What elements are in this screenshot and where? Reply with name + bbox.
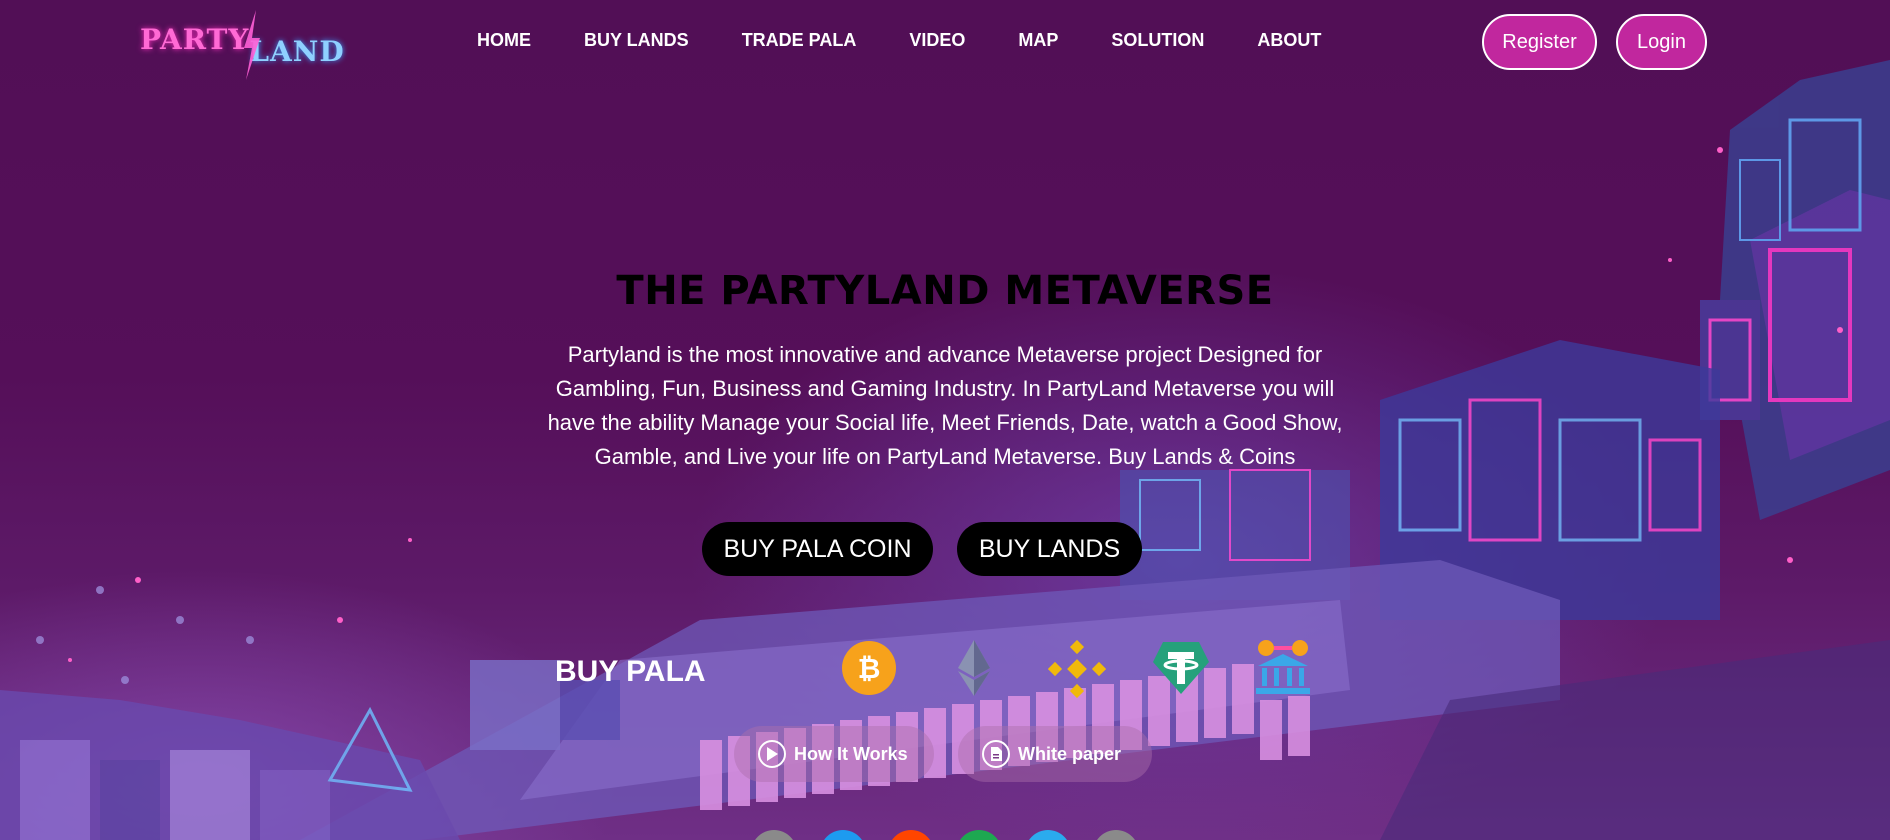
how-it-works-button[interactable]: How It Works bbox=[734, 726, 934, 782]
svg-text:₿: ₿ bbox=[858, 652, 881, 685]
nav-buy-lands[interactable]: BUY LANDS bbox=[584, 30, 689, 51]
ethereum-icon[interactable] bbox=[946, 638, 1002, 698]
buy-lands-button[interactable]: BUY LANDS bbox=[957, 522, 1142, 576]
hero-description: Partyland is the most innovative and adv… bbox=[547, 342, 1343, 469]
white-paper-button[interactable]: White paper bbox=[958, 726, 1152, 782]
document-icon bbox=[982, 740, 1010, 768]
nav-about[interactable]: ABOUT bbox=[1257, 30, 1321, 51]
nav-map[interactable]: MAP bbox=[1018, 30, 1058, 51]
register-button[interactable]: Register bbox=[1482, 14, 1597, 70]
binance-icon[interactable] bbox=[1048, 640, 1106, 698]
nav-trade-pala[interactable]: TRADE PALA bbox=[742, 30, 857, 51]
buy-pala-coin-button[interactable]: BUY PALA COIN bbox=[702, 522, 933, 576]
lightning-icon bbox=[244, 10, 260, 80]
buy-pala-label: BUY PALA bbox=[555, 655, 706, 688]
bank-transfer-icon[interactable] bbox=[1252, 638, 1314, 698]
main-nav: HOME BUY LANDS TRADE PALA VIDEO MAP SOLU… bbox=[477, 30, 1321, 51]
logo-word-land: LAND bbox=[249, 34, 345, 68]
login-button[interactable]: Login bbox=[1616, 14, 1707, 70]
nav-solution[interactable]: SOLUTION bbox=[1111, 30, 1204, 51]
tether-icon[interactable] bbox=[1151, 640, 1211, 696]
nav-home[interactable]: HOME bbox=[477, 30, 531, 51]
play-icon bbox=[758, 740, 786, 768]
logo-word-party: PARTY bbox=[140, 22, 250, 56]
bitcoin-icon[interactable]: ₿ bbox=[841, 640, 897, 696]
hero-title: THE PARTYLAND METAVERSE bbox=[616, 268, 1274, 314]
white-paper-label: White paper bbox=[1018, 743, 1122, 764]
how-it-works-label: How It Works bbox=[794, 743, 908, 764]
partyland-logo[interactable]: PARTY LAND bbox=[140, 10, 360, 80]
nav-video[interactable]: VIDEO bbox=[909, 30, 965, 51]
